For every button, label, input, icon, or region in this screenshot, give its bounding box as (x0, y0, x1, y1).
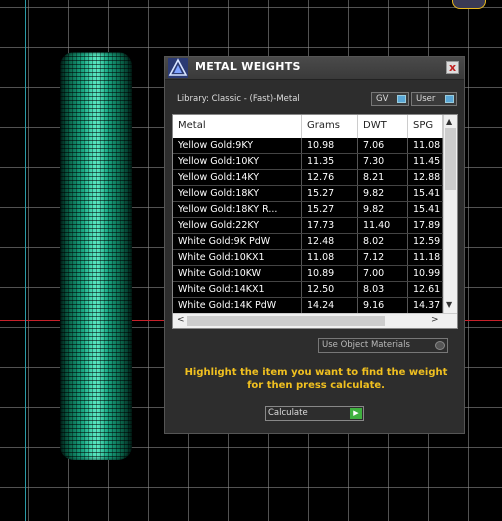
cell-grams: 10.89 (302, 266, 358, 281)
table-row[interactable]: White Gold:10KW 10.89 7.00 10.99 (173, 266, 443, 282)
column-header-dwt[interactable]: DWT (358, 115, 408, 138)
gv-toggle[interactable]: GV (371, 92, 409, 106)
cell-metal: White Gold:14KX1 (173, 282, 302, 297)
cell-dwt: 7.12 (358, 250, 408, 265)
table-row[interactable]: White Gold:14K PdW 14.24 9.16 14.37 (173, 298, 443, 314)
table-row[interactable]: Yellow Gold:18KY 15.27 9.82 15.41 (173, 186, 443, 202)
ring-model[interactable] (60, 52, 132, 460)
table-row[interactable]: Yellow Gold:14KY 12.76 8.21 12.88 (173, 170, 443, 186)
cell-spg: 11.45 (408, 154, 443, 169)
cell-metal: White Gold:14K PdW (173, 298, 302, 313)
table-row[interactable]: Yellow Gold:10KY 11.35 7.30 11.45 (173, 154, 443, 170)
cell-spg: 15.41 (408, 186, 443, 201)
cell-dwt: 9.82 (358, 186, 408, 201)
cell-grams: 12.76 (302, 170, 358, 185)
cell-grams: 14.24 (302, 298, 358, 313)
column-header-spg[interactable]: SPG (408, 115, 443, 138)
use-object-materials-toggle[interactable]: Use Object Materials (318, 338, 448, 353)
library-label: Library: Classic - (Fast)-Metal (177, 94, 300, 104)
vertical-scrollbar[interactable]: ▲ ▼ (443, 115, 457, 313)
title-bar[interactable]: METAL WEIGHTS x (165, 57, 464, 80)
cell-dwt: 7.00 (358, 266, 408, 281)
user-toggle-label: User (416, 94, 436, 104)
calculate-button[interactable]: Calculate ▶ (265, 406, 364, 421)
close-icon[interactable]: x (446, 61, 459, 74)
scroll-left-icon[interactable]: < (177, 315, 185, 325)
cell-spg: 12.59 (408, 234, 443, 249)
cell-grams: 15.27 (302, 186, 358, 201)
cell-grams: 11.35 (302, 154, 358, 169)
horizontal-scroll-thumb[interactable] (187, 316, 385, 326)
vertical-scroll-thumb[interactable] (445, 128, 456, 190)
cell-spg: 17.89 (408, 218, 443, 233)
cell-metal: White Gold:9K PdW (173, 234, 302, 249)
metal-table: Metal Grams DWT SPG Yellow Gold:9KY 10.98… (172, 114, 458, 329)
table-row[interactable]: White Gold:9K PdW 12.48 8.02 12.59 (173, 234, 443, 250)
cell-metal: White Gold:10KW (173, 266, 302, 281)
cell-spg: 15.41 (408, 202, 443, 217)
metal-weights-panel: METAL WEIGHTS x Library: Classic - (Fast… (164, 56, 465, 434)
table-row[interactable]: Yellow Gold:9KY 10.98 7.06 11.08 (173, 138, 443, 154)
table-row[interactable]: Yellow Gold:18KY R... 15.27 9.82 15.41 (173, 202, 443, 218)
corner-logo-icon (452, 0, 486, 9)
cell-dwt: 7.06 (358, 138, 408, 153)
cell-grams: 12.50 (302, 282, 358, 297)
table-row[interactable]: White Gold:10KX1 11.08 7.12 11.18 (173, 250, 443, 266)
scroll-right-icon[interactable]: > (431, 315, 439, 325)
cell-dwt: 8.21 (358, 170, 408, 185)
cell-grams: 12.48 (302, 234, 358, 249)
gv-checkbox[interactable] (397, 95, 406, 103)
use-object-materials-radio[interactable] (435, 341, 445, 350)
column-header-metal[interactable]: Metal (173, 115, 302, 138)
cell-dwt: 7.30 (358, 154, 408, 169)
cell-spg: 12.88 (408, 170, 443, 185)
cell-dwt: 8.03 (358, 282, 408, 297)
use-object-materials-label: Use Object Materials (322, 340, 410, 350)
cell-metal: Yellow Gold:10KY (173, 154, 302, 169)
column-header-grams[interactable]: Grams (302, 115, 358, 138)
cell-dwt: 11.40 (358, 218, 408, 233)
cell-spg: 11.08 (408, 138, 443, 153)
cell-metal: White Gold:10KX1 (173, 250, 302, 265)
cell-metal: Yellow Gold:18KY (173, 186, 302, 201)
play-arrow-icon: ▶ (350, 408, 362, 419)
cell-spg: 12.61 (408, 282, 443, 297)
y-axis-line (25, 0, 26, 521)
cell-dwt: 9.82 (358, 202, 408, 217)
cell-grams: 17.73 (302, 218, 358, 233)
scroll-down-icon[interactable]: ▼ (446, 300, 452, 309)
horizontal-scrollbar[interactable]: < > (173, 313, 457, 328)
gv-toggle-label: GV (376, 94, 389, 104)
panel-title: METAL WEIGHTS (195, 60, 301, 73)
cell-metal: Yellow Gold:18KY R... (173, 202, 302, 217)
table-row[interactable]: White Gold:14KX1 12.50 8.03 12.61 (173, 282, 443, 298)
table-row[interactable]: Yellow Gold:22KY 17.73 11.40 17.89 (173, 218, 443, 234)
cell-grams: 11.08 (302, 250, 358, 265)
cell-metal: Yellow Gold:9KY (173, 138, 302, 153)
cell-grams: 10.98 (302, 138, 358, 153)
instruction-text: Highlight the item you want to find the … (184, 367, 448, 391)
table-header: Metal Grams DWT SPG (173, 115, 443, 138)
user-checkbox[interactable] (445, 95, 454, 103)
cell-grams: 15.27 (302, 202, 358, 217)
cell-dwt: 8.02 (358, 234, 408, 249)
cell-dwt: 9.16 (358, 298, 408, 313)
cell-spg: 14.37 (408, 298, 443, 313)
cell-metal: Yellow Gold:14KY (173, 170, 302, 185)
user-toggle[interactable]: User (411, 92, 457, 106)
calculate-label: Calculate (268, 408, 308, 418)
cell-metal: Yellow Gold:22KY (173, 218, 302, 233)
cell-spg: 10.99 (408, 266, 443, 281)
triangle-logo-icon (167, 57, 189, 79)
cell-spg: 11.18 (408, 250, 443, 265)
scroll-up-icon[interactable]: ▲ (446, 117, 452, 126)
